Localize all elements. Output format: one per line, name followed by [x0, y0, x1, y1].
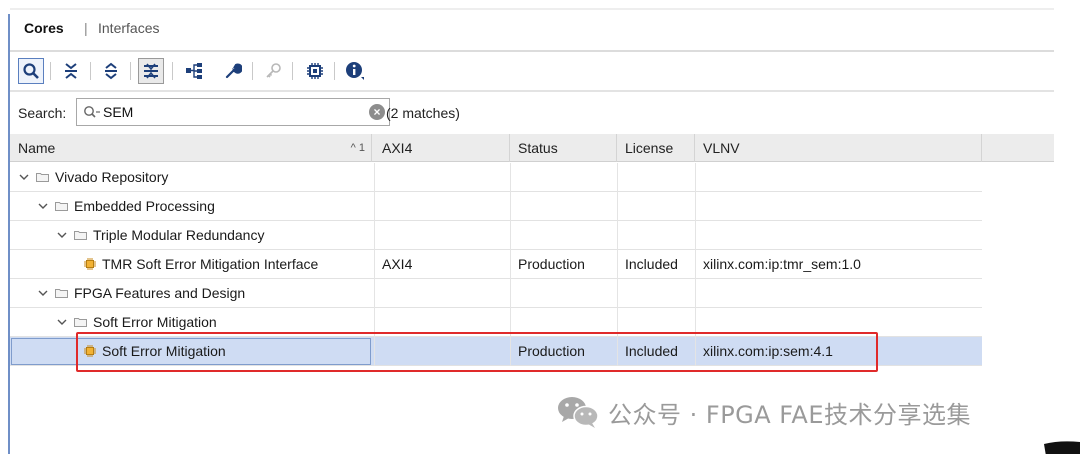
- column-divider: [617, 221, 618, 250]
- column-header-vlnv[interactable]: VLNV: [695, 134, 982, 162]
- column-divider: [510, 221, 511, 250]
- row-status: Production: [518, 256, 585, 272]
- row-name: TMR Soft Error Mitigation Interface: [102, 256, 319, 272]
- column-divider: [510, 250, 511, 279]
- collapse-all-icon: [65, 63, 77, 79]
- column-divider: [617, 279, 618, 308]
- folder-icon: [74, 318, 87, 327]
- table-row[interactable]: Embedded Processing: [10, 192, 982, 221]
- column-divider: [510, 192, 511, 221]
- row-axi4: AXI4: [382, 256, 413, 272]
- column-divider: [374, 221, 375, 250]
- folder-icon: [74, 231, 87, 240]
- column-divider: [374, 250, 375, 279]
- tab-bar: Cores | Interfaces: [10, 8, 1054, 52]
- toolbar-separator: [130, 62, 131, 80]
- table-row[interactable]: TMR Soft Error Mitigation Interface AXI4 P…: [10, 250, 982, 279]
- hierarchy-icon: [186, 63, 202, 79]
- ip-core-icon: [84, 258, 96, 270]
- column-header-name[interactable]: Name ^ 1: [10, 134, 372, 162]
- column-divider: [695, 192, 696, 221]
- search-toggle-button[interactable]: [18, 58, 44, 84]
- tab-interfaces[interactable]: Interfaces: [98, 20, 159, 36]
- toolbar-separator: [90, 62, 91, 80]
- chevron-down-icon[interactable]: [56, 316, 68, 328]
- column-divider: [617, 250, 618, 279]
- collapse-all-button[interactable]: [58, 58, 84, 84]
- row-name: Triple Modular Redundancy: [93, 227, 265, 243]
- expand-all-icon: [105, 62, 117, 80]
- toolbar-separator: [50, 62, 51, 80]
- chevron-down-icon[interactable]: [37, 287, 49, 299]
- clear-search-icon[interactable]: ×: [369, 104, 385, 120]
- license-button[interactable]: [260, 58, 286, 84]
- column-header-label: Name: [18, 140, 56, 156]
- chevron-down-icon[interactable]: [18, 171, 30, 183]
- toolbar-separator: [252, 62, 253, 80]
- wrench-icon: [225, 63, 242, 79]
- row-vlnv: xilinx.com:ip:tmr_sem:1.0: [703, 256, 861, 272]
- match-count: (2 matches): [386, 105, 460, 121]
- column-header-status[interactable]: Status: [510, 134, 617, 162]
- tab-cores[interactable]: Cores: [24, 20, 64, 36]
- toolbar-separator: [172, 62, 173, 80]
- column-divider: [617, 192, 618, 221]
- toolbar-separator: [334, 62, 335, 80]
- column-divider: [374, 163, 375, 192]
- search-icon: [23, 63, 39, 79]
- column-divider: [695, 221, 696, 250]
- chevron-down-icon[interactable]: [56, 229, 68, 241]
- corner-mark: [1044, 441, 1080, 454]
- chip-icon: [307, 63, 323, 79]
- table-row[interactable]: Triple Modular Redundancy: [10, 221, 982, 250]
- highlight-annotation: [76, 332, 878, 372]
- settings-button[interactable]: [220, 58, 246, 84]
- search-input[interactable]: [103, 102, 363, 122]
- table-row[interactable]: FPGA Features and Design: [10, 279, 982, 308]
- filter-icon: [144, 63, 158, 79]
- column-divider: [374, 192, 375, 221]
- search-row: Search: × (2 matches): [10, 94, 1054, 132]
- toolbar-separator: [292, 62, 293, 80]
- column-header-license[interactable]: License: [617, 134, 695, 162]
- row-license: Included: [625, 256, 678, 272]
- folder-icon: [55, 202, 68, 211]
- tab-separator: |: [84, 20, 88, 36]
- search-icon: [84, 106, 100, 118]
- watermark-text: 公众号 · FPGA FAE技术分享选集: [608, 400, 971, 429]
- chevron-down-icon[interactable]: [37, 200, 49, 212]
- expand-all-button[interactable]: [98, 58, 124, 84]
- column-header-axi4[interactable]: AXI4: [374, 134, 510, 162]
- filter-button[interactable]: [138, 58, 164, 84]
- search-label: Search:: [18, 105, 67, 121]
- hierarchy-button[interactable]: [182, 58, 208, 84]
- key-icon: [266, 63, 281, 78]
- folder-icon: [36, 173, 49, 182]
- column-divider: [695, 163, 696, 192]
- info-button[interactable]: [342, 58, 368, 84]
- search-field[interactable]: ×: [76, 98, 390, 126]
- column-divider: [510, 279, 511, 308]
- sort-indicator: ^ 1: [350, 142, 365, 154]
- column-divider: [510, 163, 511, 192]
- folder-icon: [55, 289, 68, 298]
- column-divider: [695, 279, 696, 308]
- row-name: Embedded Processing: [74, 198, 215, 214]
- info-icon: [346, 62, 364, 80]
- table-row[interactable]: Vivado Repository: [10, 163, 982, 192]
- watermark: 公众号 · FPGA FAE技术分享选集: [556, 394, 971, 430]
- table-header: Name ^ 1 AXI4 Status License VLNV: [10, 134, 1054, 162]
- ip-details-button[interactable]: [302, 58, 328, 84]
- column-divider: [695, 250, 696, 279]
- row-name: Vivado Repository: [55, 169, 169, 185]
- column-divider: [617, 163, 618, 192]
- row-name: FPGA Features and Design: [74, 285, 246, 301]
- toolbar: [10, 52, 1054, 92]
- wechat-icon: [558, 397, 599, 428]
- column-divider: [374, 279, 375, 308]
